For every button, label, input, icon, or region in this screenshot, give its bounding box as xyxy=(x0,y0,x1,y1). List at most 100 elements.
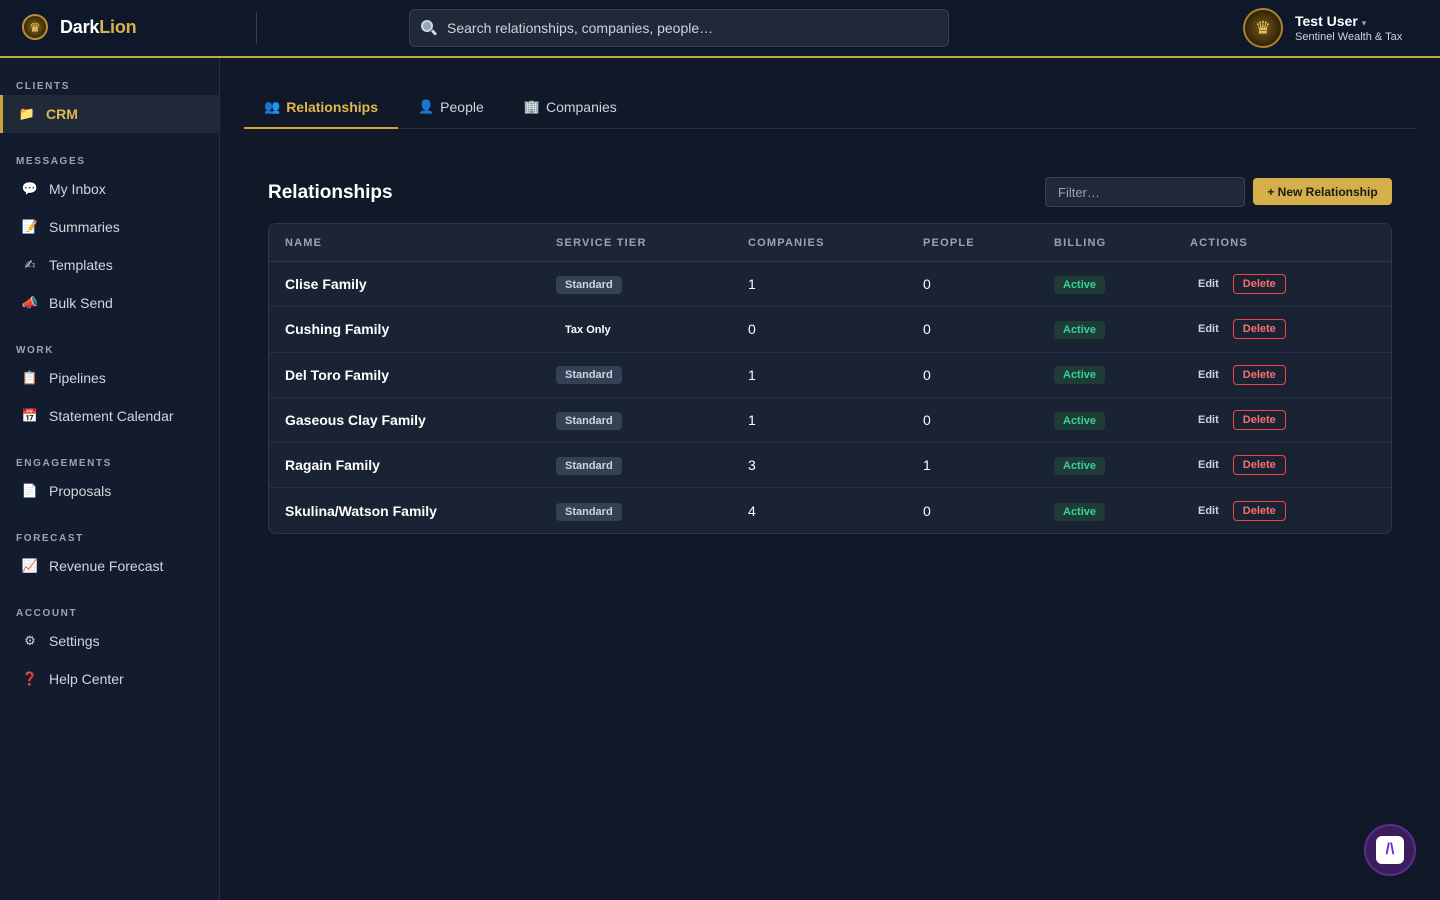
summaries-icon: 📝 xyxy=(21,219,39,234)
edit-button[interactable]: Edit xyxy=(1192,411,1225,429)
relationship-name[interactable]: Gaseous Clay Family xyxy=(285,412,426,428)
sidebar-section-work: WORK xyxy=(16,345,55,356)
sidebar-item-my-inbox[interactable]: 💬 My Inbox xyxy=(0,170,219,208)
assistant-icon: /\ xyxy=(1376,836,1404,864)
table-row[interactable]: Cushing Family Tax Only 0 0 Active Edit Delete xyxy=(269,307,1391,353)
table-row[interactable]: Clise Family Standard 1 0 Active Edit Delete xyxy=(269,262,1391,308)
relationship-name[interactable]: Ragain Family xyxy=(285,457,380,473)
page-title: Relationships xyxy=(268,182,393,203)
brand-name: DarkLion xyxy=(60,16,137,37)
avatar[interactable]: ♛ xyxy=(1243,8,1283,48)
global-search[interactable] xyxy=(409,9,949,47)
table-row[interactable]: Gaseous Clay Family Standard 1 0 Active Edit D… xyxy=(269,398,1391,444)
sidebar-item-label: Settings xyxy=(49,633,100,649)
people-count: 0 xyxy=(923,366,931,383)
tab-companies[interactable]: 🏢 Companies xyxy=(504,86,637,129)
sidebar-item-label: Help Center xyxy=(49,671,124,687)
sidebar-section-clients: CLIENTS xyxy=(16,81,70,92)
lion-logo-icon: ♛ xyxy=(22,14,48,40)
user-menu[interactable]: ♛ Test User ▾ Sentinel Wealth & Tax xyxy=(1243,8,1402,48)
table-row[interactable]: Ragain Family Standard 3 1 Active Edit Delete xyxy=(269,443,1391,489)
templates-icon: ✍ xyxy=(24,257,36,272)
sidebar-item-help-center[interactable]: ❓ Help Center xyxy=(0,660,219,698)
search-icon xyxy=(420,19,438,37)
sidebar-section-forecast: FORECAST xyxy=(16,533,84,544)
table-row[interactable]: Skulina/Watson Family Standard 4 0 Active Edi… xyxy=(269,488,1391,533)
relationship-name[interactable]: Cushing Family xyxy=(285,321,389,337)
service-tier-badge: Standard xyxy=(556,275,622,294)
people-count: 0 xyxy=(923,412,931,429)
tab-people[interactable]: 👤 People xyxy=(398,86,504,129)
tab-bar: 👥 Relationships 👤 People 🏢 Companies xyxy=(244,86,1416,129)
delete-button[interactable]: Delete xyxy=(1232,274,1286,295)
relationship-name[interactable]: Clise Family xyxy=(285,276,367,292)
people-count: 0 xyxy=(923,276,931,293)
edit-button[interactable]: Edit xyxy=(1192,320,1225,338)
relationships-table: NAME SERVICE TIER COMPANIES PEOPLE BILLI… xyxy=(268,223,1392,534)
edit-button[interactable]: Edit xyxy=(1192,275,1225,293)
people-count: 1 xyxy=(923,457,931,474)
relationship-name[interactable]: Del Toro Family xyxy=(285,367,389,383)
sidebar-item-templates[interactable]: ✍ Templates xyxy=(0,246,219,284)
billing-status-badge: Active xyxy=(1054,502,1106,521)
delete-button[interactable]: Delete xyxy=(1232,455,1286,476)
delete-button[interactable]: Delete xyxy=(1232,501,1286,522)
user-org: Sentinel Wealth & Tax xyxy=(1295,31,1403,43)
sidebar-item-settings[interactable]: ⚙ Settings xyxy=(0,622,219,660)
billing-status-badge: Active xyxy=(1054,320,1106,339)
tab-label: Relationships xyxy=(286,98,378,115)
sidebar-item-proposals[interactable]: 📄 Proposals xyxy=(0,472,219,510)
main-content: 👥 Relationships 👤 People 🏢 Companies Relation… xyxy=(220,58,1440,900)
filter-input[interactable] xyxy=(1045,177,1245,207)
companies-count: 3 xyxy=(748,457,756,474)
my-inbox-icon: 💬 xyxy=(21,181,39,196)
chevron-down-icon[interactable]: ▾ xyxy=(1362,18,1367,28)
delete-button[interactable]: Delete xyxy=(1232,364,1286,385)
statement-calendar-icon: 📅 xyxy=(21,408,39,423)
column-header-service-tier[interactable]: SERVICE TIER xyxy=(556,237,748,249)
sidebar-item-crm[interactable]: 📁 CRM xyxy=(0,95,219,133)
edit-button[interactable]: Edit xyxy=(1192,366,1225,384)
edit-button[interactable]: Edit xyxy=(1192,502,1225,520)
assistant-launcher-button[interactable]: /\ xyxy=(1364,824,1416,876)
edit-button[interactable]: Edit xyxy=(1192,456,1225,474)
table-row[interactable]: Del Toro Family Standard 1 0 Active Edit Delet… xyxy=(269,353,1391,398)
sidebar-item-summaries[interactable]: 📝 Summaries xyxy=(0,208,219,246)
column-header-actions: ACTIONS xyxy=(1190,236,1248,249)
billing-status-badge: Active xyxy=(1054,275,1106,294)
sidebar-item-label: Pipelines xyxy=(49,370,106,386)
people-icon: 👤 xyxy=(417,98,435,114)
column-header-name[interactable]: NAME xyxy=(269,237,556,249)
relationships-icon: 👥 xyxy=(264,98,281,114)
sidebar-item-bulk-send[interactable]: 📣 Bulk Send xyxy=(0,284,219,322)
sidebar-item-label: My Inbox xyxy=(49,181,106,197)
column-header-companies[interactable]: COMPANIES xyxy=(748,237,923,249)
sidebar-item-revenue-forecast[interactable]: 📈 Revenue Forecast xyxy=(0,547,219,585)
user-name: Test User xyxy=(1295,13,1358,29)
delete-button[interactable]: Delete xyxy=(1232,410,1286,431)
column-header-billing[interactable]: BILLING xyxy=(1054,237,1190,249)
relationship-name[interactable]: Skulina/Watson Family xyxy=(285,503,437,519)
companies-count: 1 xyxy=(748,366,756,383)
sidebar-item-statement-calendar[interactable]: 📅 Statement Calendar xyxy=(0,397,219,435)
tab-relationships[interactable]: 👥 Relationships xyxy=(244,86,398,129)
sidebar-item-label: Statement Calendar xyxy=(49,408,174,424)
brand-logo[interactable]: ♛ DarkLion xyxy=(22,14,137,40)
sidebar-item-label: Revenue Forecast xyxy=(49,558,164,574)
column-header-people[interactable]: PEOPLE xyxy=(923,237,1054,249)
pipelines-icon: 📋 xyxy=(21,370,39,385)
companies-count: 0 xyxy=(748,321,756,338)
settings-icon: ⚙ xyxy=(24,633,36,648)
billing-status-badge: Active xyxy=(1054,456,1106,475)
companies-count: 1 xyxy=(748,412,756,429)
search-input[interactable] xyxy=(447,20,927,36)
new-relationship-button[interactable]: + New Relationship xyxy=(1253,178,1392,205)
sidebar-item-pipelines[interactable]: 📋 Pipelines xyxy=(0,359,219,397)
delete-button[interactable]: Delete xyxy=(1232,319,1286,340)
service-tier-badge: Standard xyxy=(556,502,622,521)
sidebar-item-label: Summaries xyxy=(49,219,120,235)
